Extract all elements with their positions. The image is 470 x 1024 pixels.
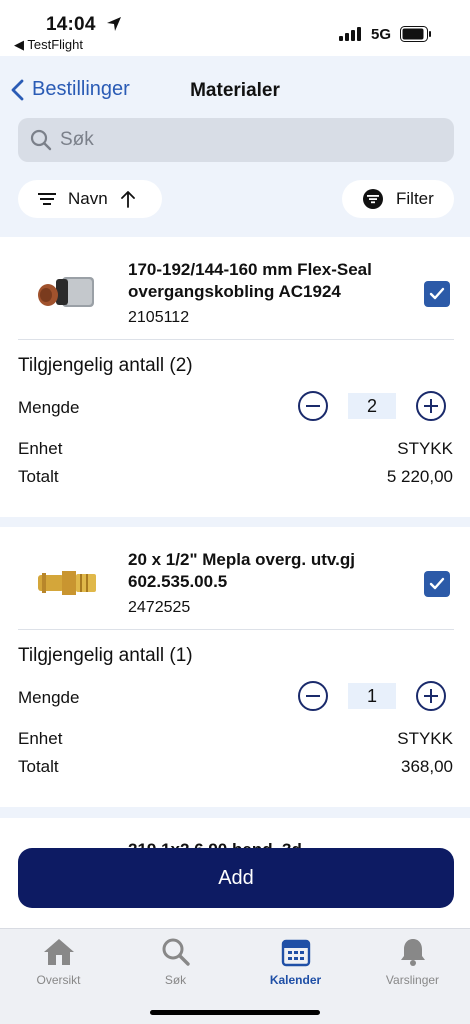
- search-input[interactable]: [60, 129, 440, 151]
- sort-label: Navn: [68, 189, 108, 208]
- increment-button[interactable]: [416, 391, 446, 421]
- checkmark-icon: [429, 577, 445, 590]
- back-to-app-link[interactable]: ◀ TestFlight: [14, 37, 83, 53]
- cellular-signal-icon: [339, 27, 361, 41]
- status-bar: 14:04 ◀ TestFlight 5G: [0, 0, 470, 56]
- tab-varslinger[interactable]: Varslinger: [354, 937, 470, 987]
- sort-lines-icon: [38, 193, 56, 205]
- calendar-icon: [281, 939, 310, 967]
- tab-label: Varslinger: [385, 973, 440, 987]
- available-count: Tilgjengelig antall (2): [18, 355, 193, 376]
- product-name: 170-192/144-160 mm Flex-Seal overgangsko…: [128, 260, 372, 301]
- header: Bestillinger Materialer Navn Filter: [0, 56, 470, 236]
- available-count: Tilgjengelig antall (1): [18, 645, 193, 666]
- tab-label: Kalender: [269, 973, 322, 987]
- total-label: Totalt: [18, 467, 59, 486]
- status-time: 14:04: [46, 14, 96, 35]
- decrement-button[interactable]: [298, 391, 328, 421]
- page-title: Materialer: [190, 80, 280, 101]
- quantity-stepper: 2: [298, 391, 446, 421]
- unit-value: STYKK: [397, 729, 453, 748]
- battery-icon: [400, 26, 431, 42]
- tab-label: Søk: [164, 973, 187, 987]
- tab-sok[interactable]: Søk: [117, 937, 234, 987]
- search-icon: [162, 938, 190, 966]
- total-value: 368,00: [401, 757, 453, 776]
- home-indicator[interactable]: [150, 1010, 320, 1015]
- tab-label: Oversikt: [36, 973, 81, 987]
- location-arrow-icon: [107, 17, 121, 31]
- add-button[interactable]: Add: [18, 848, 454, 908]
- unit-label: Enhet: [18, 729, 63, 748]
- quantity-label: Mengde: [18, 398, 80, 417]
- home-icon: [43, 939, 74, 965]
- divider: [18, 629, 454, 630]
- total-label: Totalt: [18, 757, 59, 776]
- divider: [18, 339, 454, 340]
- product-number: 2105112: [128, 309, 190, 326]
- material-card: 20 x 1/2" Mepla overg. utv.gj 602.535.00…: [0, 527, 470, 807]
- arrow-up-icon: [120, 191, 135, 208]
- filter-icon: [363, 189, 383, 209]
- product-name: 20 x 1/2" Mepla overg. utv.gj 602.535.00…: [128, 550, 355, 591]
- tab-oversikt[interactable]: Oversikt: [0, 937, 117, 987]
- select-checkbox[interactable]: [424, 571, 450, 597]
- tab-kalender[interactable]: Kalender: [237, 937, 354, 987]
- increment-button[interactable]: [416, 681, 446, 711]
- total-value: 5 220,00: [386, 467, 453, 486]
- filter-button[interactable]: Filter: [342, 180, 454, 218]
- bell-icon: [400, 939, 425, 966]
- product-image-fitting: [38, 571, 96, 595]
- product-number: 2472525: [128, 599, 191, 616]
- quantity-value[interactable]: 1: [348, 683, 396, 709]
- network-type: 5G: [371, 26, 392, 43]
- search-icon: [30, 129, 52, 151]
- quantity-label: Mengde: [18, 688, 80, 707]
- filter-label: Filter: [396, 189, 434, 208]
- quantity-stepper: 1: [298, 681, 446, 711]
- unit-label: Enhet: [18, 439, 63, 458]
- sort-button[interactable]: Navn: [18, 180, 162, 218]
- unit-value: STYKK: [397, 439, 453, 458]
- checkmark-icon: [429, 287, 445, 300]
- select-checkbox[interactable]: [424, 281, 450, 307]
- material-card: 170-192/144-160 mm Flex-Seal overgangsko…: [0, 237, 470, 517]
- search-bar[interactable]: [18, 118, 454, 162]
- quantity-value[interactable]: 2: [348, 393, 396, 419]
- product-image-coupling: [38, 277, 94, 307]
- decrement-button[interactable]: [298, 681, 328, 711]
